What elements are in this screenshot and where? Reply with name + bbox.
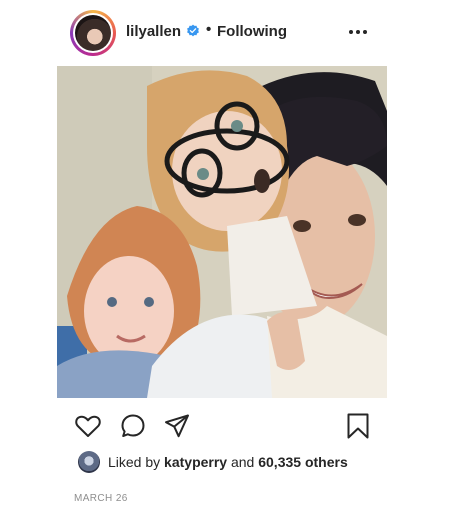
post-header: lilyallen • Following xyxy=(0,0,450,66)
liker-avatar[interactable] xyxy=(78,451,100,473)
avatar-image xyxy=(75,15,111,51)
share-icon[interactable] xyxy=(163,412,191,440)
liker-username-link[interactable]: katyperry xyxy=(164,454,227,470)
following-button[interactable]: Following xyxy=(217,23,287,40)
likes-row: Liked by katyperry and 60,335 others xyxy=(78,450,418,474)
heart-icon[interactable] xyxy=(74,412,102,440)
others-link[interactable]: 60,335 others xyxy=(258,454,348,470)
post-date[interactable]: MARCH 26 xyxy=(74,493,128,504)
and-label: and xyxy=(230,454,255,470)
more-options-icon[interactable] xyxy=(349,30,369,36)
comment-icon[interactable] xyxy=(119,412,147,440)
verified-badge-icon xyxy=(187,24,199,37)
separator-dot: • xyxy=(206,21,212,38)
liked-by-label: Liked by xyxy=(108,454,161,470)
username-link[interactable]: lilyallen xyxy=(126,23,181,40)
action-bar xyxy=(0,404,450,444)
post-photo[interactable] xyxy=(57,66,387,398)
bookmark-icon[interactable] xyxy=(344,412,372,440)
photo-image xyxy=(57,66,387,398)
profile-avatar[interactable] xyxy=(70,10,116,56)
likes-summary: Liked by katyperry and 60,335 others xyxy=(108,454,348,470)
